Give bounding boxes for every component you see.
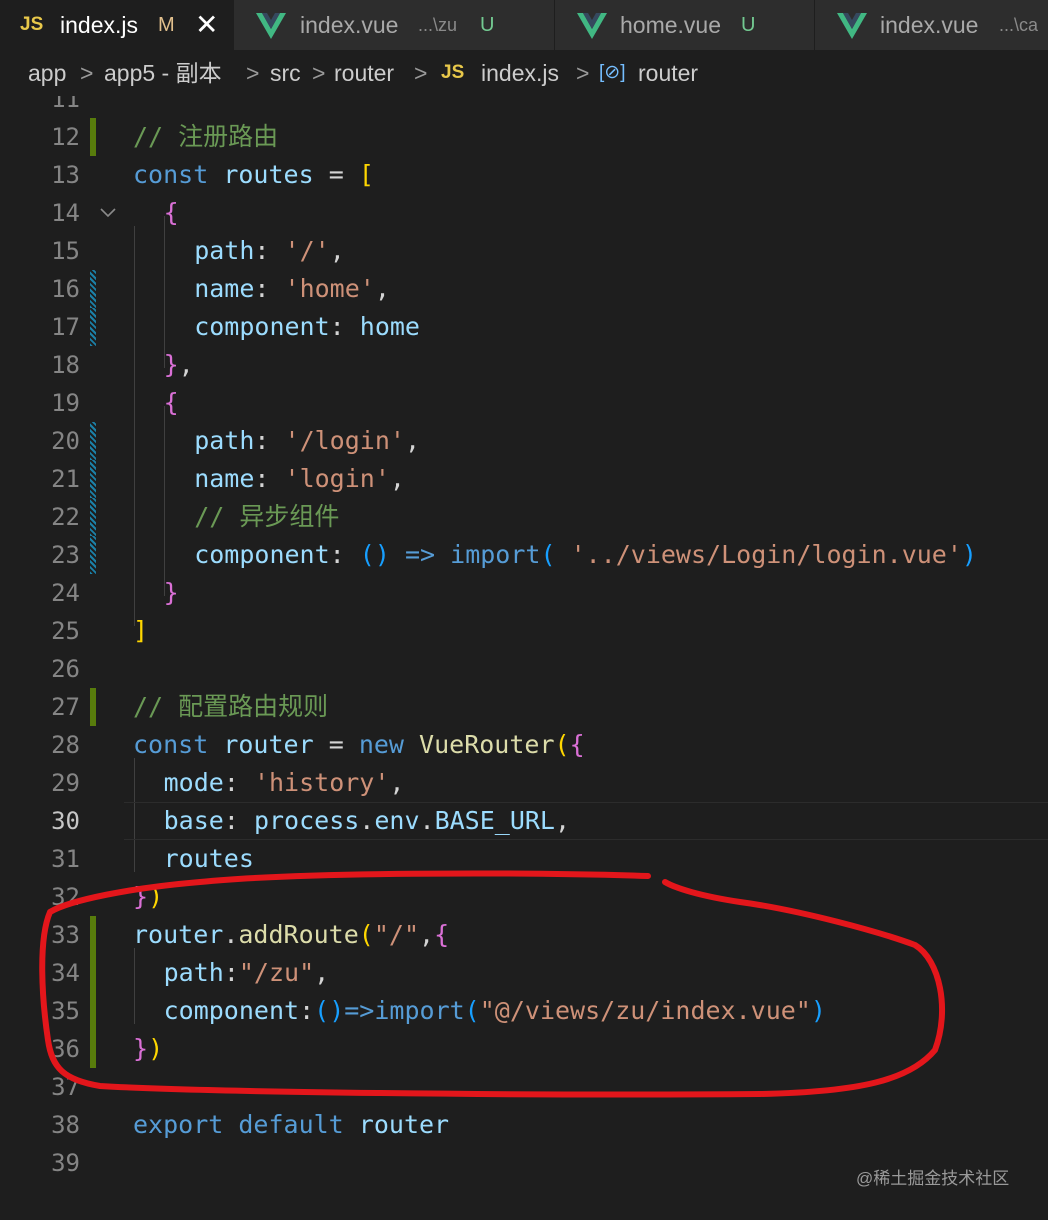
watermark: @稀土掘金技术社区 bbox=[856, 1169, 1010, 1188]
red-circle-annotation bbox=[39, 870, 946, 1098]
